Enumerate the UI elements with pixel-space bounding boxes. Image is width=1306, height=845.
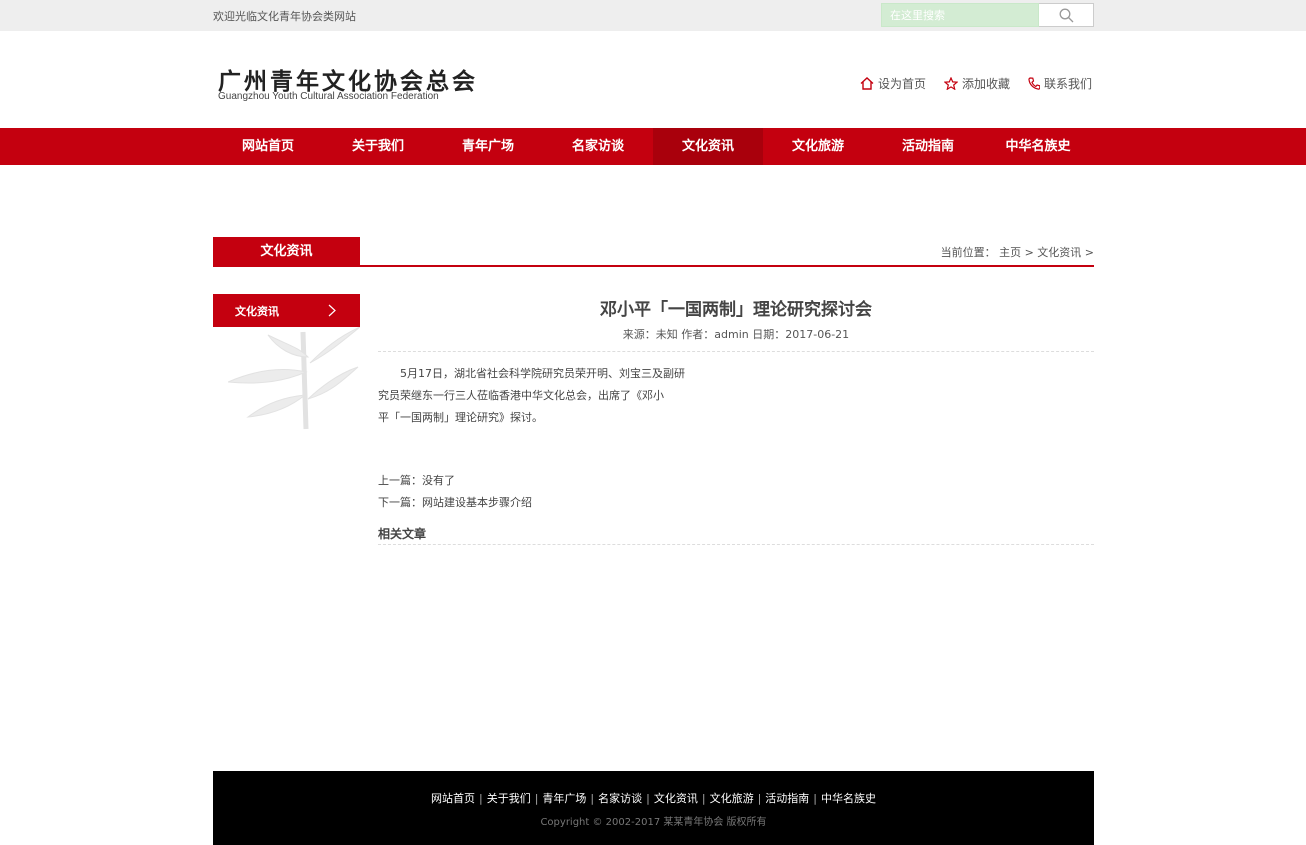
article-meta: 来源：未知 作者：admin 日期：2017-06-21 <box>622 328 850 341</box>
footer-separator: | <box>757 792 762 805</box>
phone-icon <box>1028 77 1040 90</box>
set-homepage-label: 设为首页 <box>877 77 926 91</box>
site-logo-subtitle: Guangzhou Youth Cultural Association Fed… <box>218 91 439 102</box>
nav-item-home[interactable]: 网站首页 <box>213 128 323 165</box>
nav-item-about[interactable]: 关于我们 <box>323 128 433 165</box>
footer-link-youth-square[interactable]: 青年广场 <box>542 792 586 805</box>
copyright: Copyright © 2002-2017 某某青年协会 版权所有 <box>540 817 767 828</box>
footer: 网站首页 | 关于我们 | 青年广场 | 名家访谈 | 文化资讯 | 文化旅游 | 活动指南 | 中华名族史… <box>213 771 1094 845</box>
quick-links: 设为首页 添加收藏 联系我们 <box>860 75 1092 92</box>
contact-us-label: 联系我们 <box>1043 77 1092 91</box>
set-homepage-link[interactable]: 设为首页 <box>860 75 926 92</box>
nav-item-history[interactable]: 中华名族史 <box>983 128 1093 165</box>
nav-item-activity-guide[interactable]: 活动指南 <box>873 128 983 165</box>
prev-next-links: 上一篇：没有了 下一篇：网站建设基本步骤介绍 <box>378 470 532 514</box>
article-body-line: 究员荣继东一行三人莅临香港中华文化总会，出席了《邓小 <box>378 389 664 402</box>
footer-separator: | <box>534 792 539 805</box>
article-title: 邓小平「一国两制」理论研究探讨会 <box>600 300 872 320</box>
footer-separator: | <box>813 792 818 805</box>
footer-link-about[interactable]: 关于我们 <box>487 792 531 805</box>
related-articles-heading: 相关文章 <box>378 527 427 541</box>
contact-us-link[interactable]: 联系我们 <box>1028 75 1092 92</box>
sidebar-item-culture-news[interactable]: 文化资讯 <box>213 294 360 327</box>
footer-link-home[interactable]: 网站首页 <box>431 792 475 805</box>
add-favorite-label: 添加收藏 <box>961 77 1010 91</box>
section-divider <box>213 265 1094 267</box>
search-box <box>881 3 1094 27</box>
footer-separator: | <box>701 792 706 805</box>
sidebar-item-label: 文化资讯 <box>235 304 279 318</box>
article-body: 5月17日，湖北省社会科学院研究员荣开明、刘宝三及副研 究员荣继东一行三人莅临香… <box>378 363 698 429</box>
footer-link-history[interactable]: 中华名族史 <box>821 792 876 805</box>
nav-item-culture-news[interactable]: 文化资讯 <box>653 128 763 165</box>
breadcrumb[interactable]: 当前位置： 主页 > 文化资讯 > <box>941 244 1094 260</box>
chevron-right-icon <box>328 304 336 317</box>
footer-separator: | <box>478 792 483 805</box>
bamboo-decoration <box>228 327 360 430</box>
nav-item-interviews[interactable]: 名家访谈 <box>543 128 653 165</box>
footer-links: 网站首页 | 关于我们 | 青年广场 | 名家访谈 | 文化资讯 | 文化旅游 | 活动指南 | 中华名族史 <box>213 790 1094 806</box>
nav-item-culture-travel[interactable]: 文化旅游 <box>763 128 873 165</box>
footer-link-interviews[interactable]: 名家访谈 <box>598 792 642 805</box>
footer-separator: | <box>590 792 595 805</box>
article-body-line: 平「一国两制」理论研究》探讨。 <box>378 411 543 424</box>
welcome-text: 欢迎光临文化青年协会类网站 <box>213 10 356 23</box>
section-title: 文化资讯 <box>213 237 360 266</box>
related-divider <box>378 544 1094 545</box>
search-icon <box>1059 8 1073 22</box>
star-icon <box>943 77 958 90</box>
top-bar: 欢迎光临文化青年协会类网站 <box>0 0 1306 31</box>
main-nav: 网站首页 关于我们 青年广场 名家访谈 文化资讯 文化旅游 活动指南 中华名族史 <box>0 128 1306 165</box>
footer-separator: | <box>646 792 650 805</box>
add-favorite-link[interactable]: 添加收藏 <box>943 75 1010 92</box>
next-article-link[interactable]: 下一篇：网站建设基本步骤介绍 <box>378 492 532 514</box>
search-button[interactable] <box>1039 3 1094 27</box>
home-icon <box>860 77 874 90</box>
footer-link-activity-guide[interactable]: 活动指南 <box>765 792 809 805</box>
article-divider <box>378 351 1094 352</box>
prev-article-link[interactable]: 上一篇：没有了 <box>378 470 532 492</box>
footer-link-culture-travel[interactable]: 文化旅游 <box>710 792 754 805</box>
search-input[interactable] <box>881 3 1039 27</box>
footer-link-culture-news[interactable]: 文化资讯 <box>654 792 698 805</box>
nav-item-youth-square[interactable]: 青年广场 <box>433 128 543 165</box>
article-body-line: 5月17日，湖北省社会科学院研究员荣开明、刘宝三及副研 <box>400 367 685 380</box>
